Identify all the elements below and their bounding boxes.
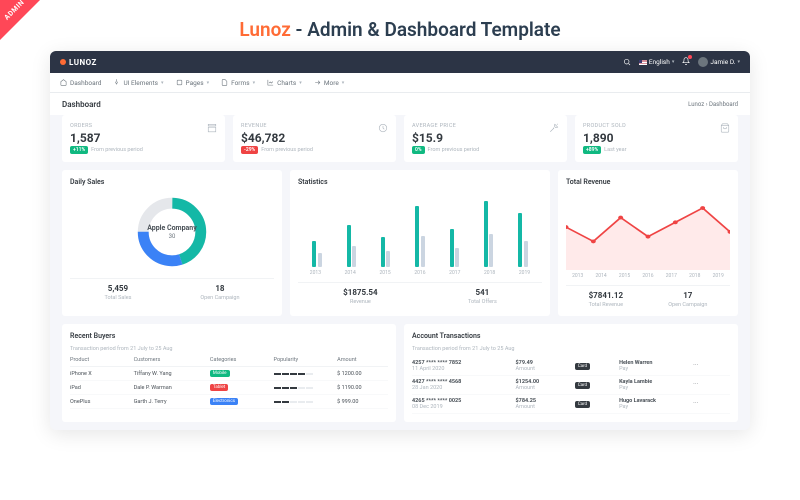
change-badge: +89% <box>583 146 601 154</box>
change-badge: 0% <box>412 146 425 154</box>
kpi-card: AVERAGE PRICE $15.9 0%From previous peri… <box>404 115 567 162</box>
table-row[interactable]: 4427 **** **** 456828 Jan 2020$1254.00Am… <box>412 376 730 395</box>
topbar: LUNOZ English▾ Jamie D.▾ <box>50 51 750 73</box>
line-chart <box>566 192 730 270</box>
nav-ui-elements[interactable]: UI Elements▾ <box>113 79 163 87</box>
bar-chart <box>298 192 542 267</box>
nav-more[interactable]: More▾ <box>314 79 345 87</box>
user-menu[interactable]: Jamie D.▾ <box>698 57 740 67</box>
logo[interactable]: LUNOZ <box>60 58 97 67</box>
kpi-icon <box>720 123 730 133</box>
kpi-card: ORDERS 1,587 +11%From previous period <box>62 115 225 162</box>
change-badge: +11% <box>70 146 88 154</box>
search-icon[interactable] <box>623 58 631 66</box>
daily-sales-panel: Daily Sales Apple Company30 5,459Total S… <box>62 170 282 316</box>
table-row[interactable]: iPadDale P. WarmanTablet$ 1190.00 <box>70 381 388 395</box>
flag-icon <box>639 60 647 65</box>
kpi-icon <box>207 123 217 133</box>
total-revenue-panel: Total Revenue 20132014201520162017201820… <box>558 170 738 316</box>
breadcrumb-path: Lunoz › Dashboard <box>688 101 738 108</box>
tables-row: Recent Buyers Transaction period from 21… <box>50 324 750 430</box>
change-badge: -29% <box>241 146 258 154</box>
nav-forms[interactable]: Forms▾ <box>221 79 255 87</box>
nav-pages[interactable]: Pages▾ <box>176 79 210 87</box>
kpi-card: REVENUE $46,782 -29%From previous period <box>233 115 396 162</box>
avatar <box>698 57 708 67</box>
kpi-card: PRODUCT SOLD 1,890 +89%Last year <box>575 115 738 162</box>
language-selector[interactable]: English▾ <box>639 58 675 66</box>
page-title: Lunoz - Admin & Dashboard Template <box>0 18 800 41</box>
charts-row: Daily Sales Apple Company30 5,459Total S… <box>50 170 750 324</box>
table-row[interactable]: iPhone XTiffany W. YangMobile$ 1200.00 <box>70 367 388 381</box>
main-nav: Dashboard UI Elements▾ Pages▾ Forms▾ Cha… <box>50 73 750 93</box>
app-frame: LUNOZ English▾ Jamie D.▾ Dashboard UI El… <box>50 51 750 430</box>
hero: Lunoz - Admin & Dashboard Template <box>0 0 800 51</box>
notifications-button[interactable] <box>682 57 690 67</box>
breadcrumb: Dashboard Lunoz › Dashboard <box>50 93 750 115</box>
recent-buyers-panel: Recent Buyers Transaction period from 21… <box>62 324 396 422</box>
account-transactions-panel: Account Transactions Transaction period … <box>404 324 738 422</box>
statistics-panel: Statistics 2013201420152016201720182019 … <box>290 170 550 316</box>
kpi-icon <box>549 123 559 133</box>
kpi-icon <box>378 123 388 133</box>
kpi-grid: ORDERS 1,587 +11%From previous period RE… <box>50 115 750 170</box>
nav-dashboard[interactable]: Dashboard <box>60 79 101 87</box>
admin-corner-badge: ADMIN <box>0 0 40 40</box>
table-row[interactable]: OnePlusGarth J. TerryElectronics$ 999.00 <box>70 395 388 409</box>
nav-charts[interactable]: Charts▾ <box>267 79 302 87</box>
table-row[interactable]: 4265 **** **** 002508 Dec 2019$784.25Amo… <box>412 395 730 414</box>
section-title: Dashboard <box>62 100 101 109</box>
table-row[interactable]: 4257 **** **** 785211 April 2020$79.49Am… <box>412 357 730 376</box>
